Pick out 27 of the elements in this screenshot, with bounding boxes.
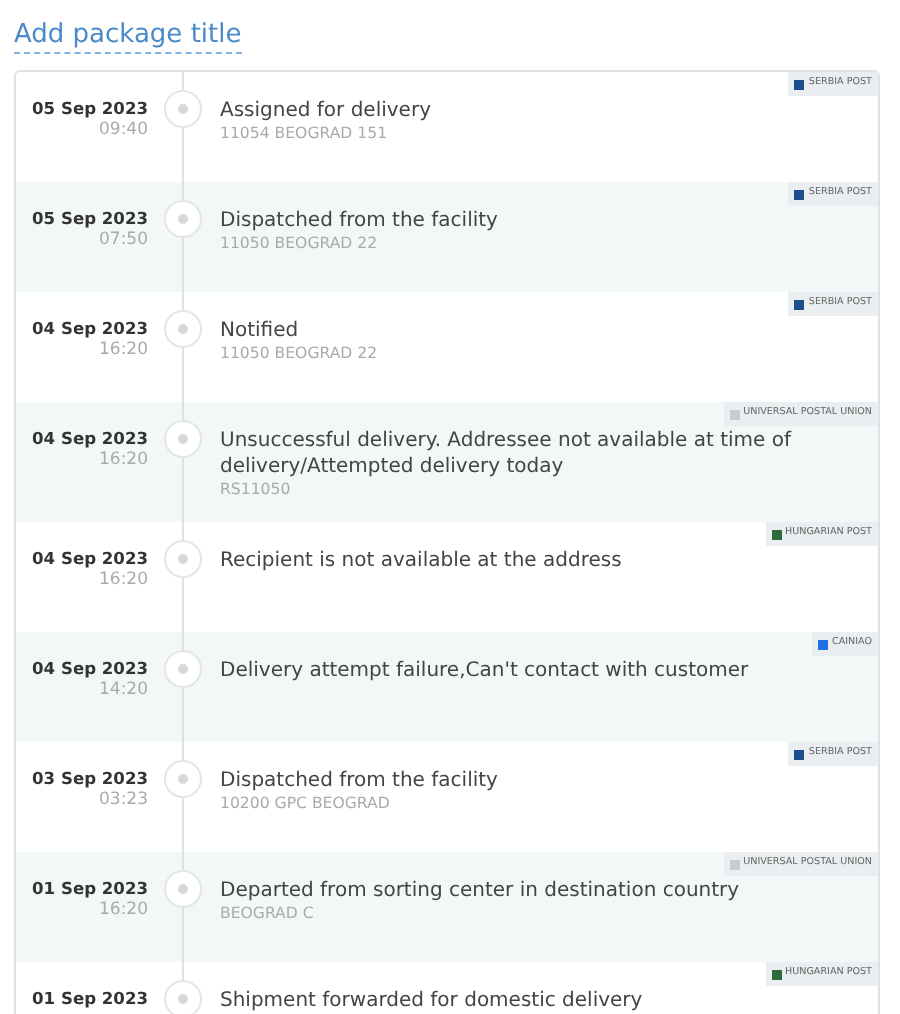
event-time: 16:20: [97, 570, 148, 592]
event-status: Assigned for delivery: [220, 98, 433, 124]
event-time: 16:20: [97, 340, 148, 362]
event-status: Shipment forwarded for domestic delivery: [220, 988, 645, 1014]
event-status: Delivery attempt failure,Can't contact with customer: [220, 658, 751, 684]
event-status: Dispatched from the facility: [220, 768, 500, 794]
event-date: 04 Sep 2023: [30, 426, 148, 450]
event-date: 04 Sep 2023: [30, 656, 148, 680]
event-time: 09:40: [97, 120, 148, 142]
add-title-link[interactable]: Add package title: [14, 18, 242, 54]
event-status: Unsuccessful delivery. Addressee not available at time of delivery/Attempted delivery today: [220, 428, 794, 480]
event-time: 16:20: [97, 450, 148, 472]
event-status: Dispatched from the facility: [220, 208, 500, 234]
event-status: Notified: [220, 318, 301, 344]
event-date: 01 Sep 2023: [30, 876, 148, 900]
event-date: 05 Sep 2023: [30, 96, 148, 120]
event-date: 05 Sep 2023: [30, 206, 148, 230]
event-date: 04 Sep 2023: [30, 316, 148, 340]
event-date: 04 Sep 2023: [30, 546, 148, 570]
event-time: 07:50: [97, 230, 148, 252]
event-date: 01 Sep 2023: [30, 986, 148, 1010]
event-status: Departed from sorting center in destination country: [220, 878, 742, 904]
event-status: Recipient is not available at the address: [220, 548, 624, 574]
event-time: 14:20: [97, 680, 148, 702]
event-time: 16:20: [97, 900, 148, 922]
event-date: 03 Sep 2023: [30, 766, 148, 790]
event-time: 03:23: [97, 790, 148, 812]
